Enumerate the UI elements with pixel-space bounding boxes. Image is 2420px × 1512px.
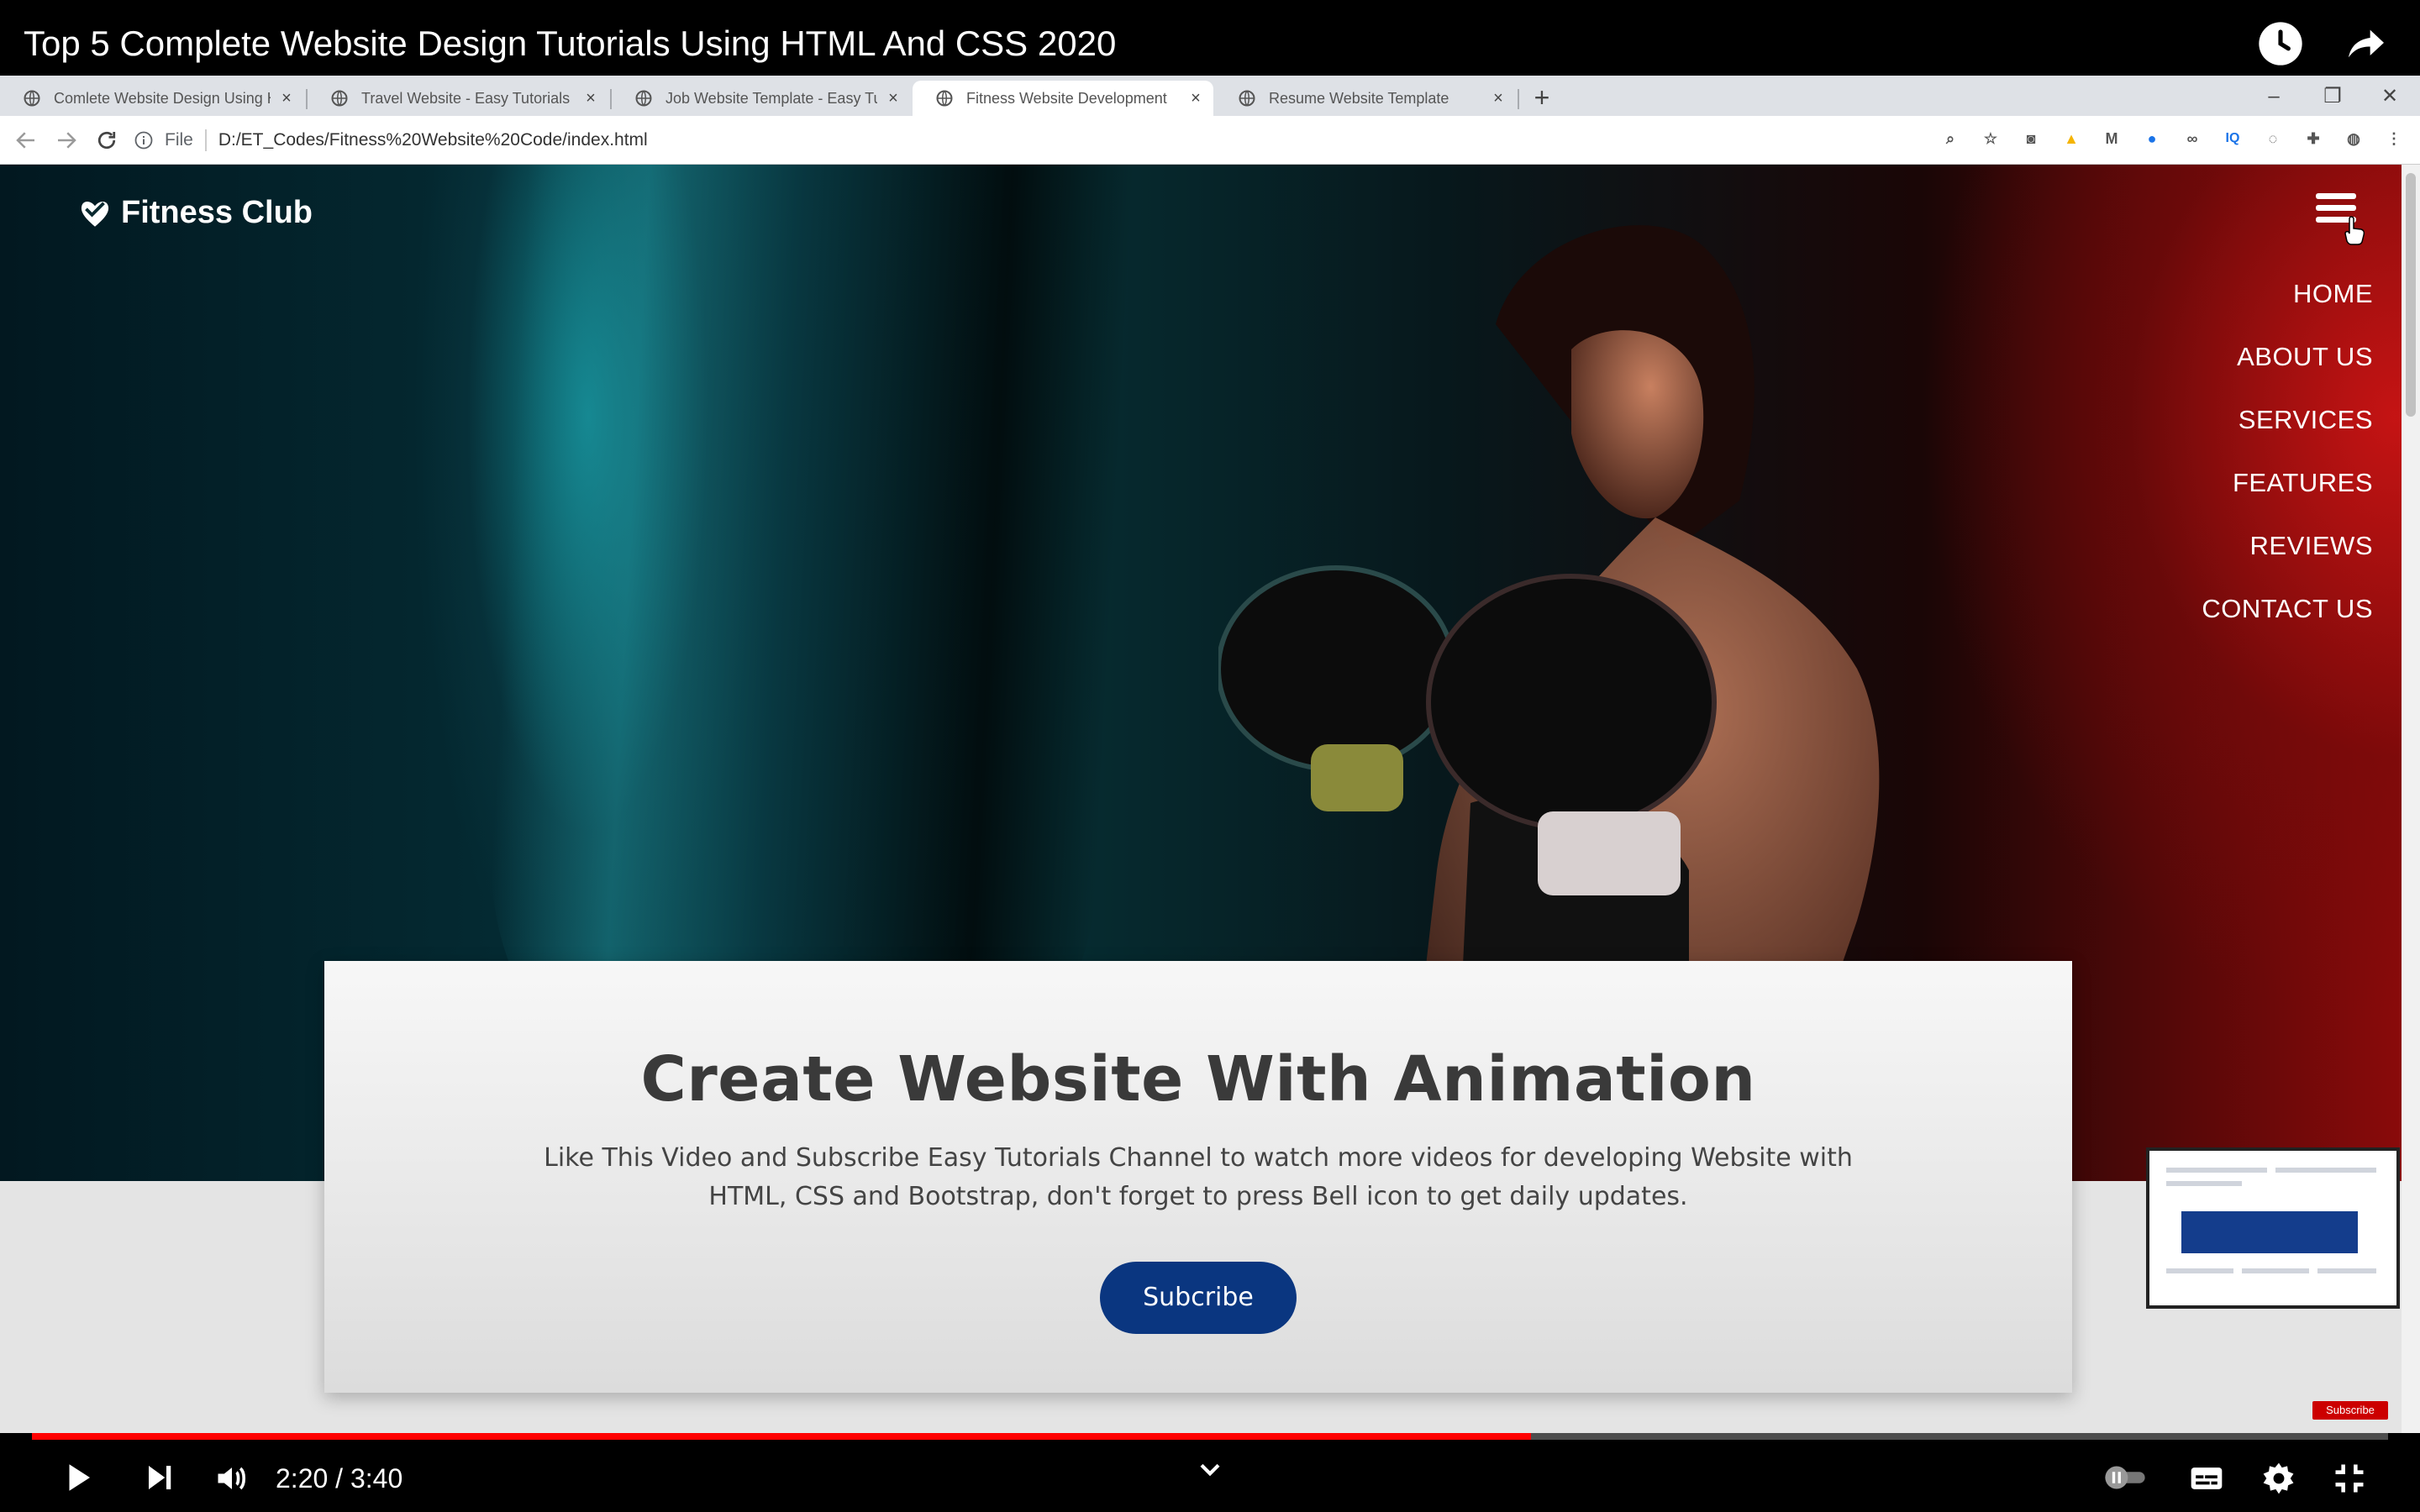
close-icon[interactable]: × xyxy=(583,90,598,107)
bell-extension-icon[interactable]: ▲ xyxy=(2059,126,2084,151)
browser-window: Comlete Website Design Using H × Travel … xyxy=(0,76,2420,165)
tab-label: Fitness Website Development xyxy=(966,89,1167,107)
reload-icon[interactable] xyxy=(94,128,119,153)
subtitles-icon[interactable] xyxy=(2188,1460,2225,1497)
next-video-preview-thumbnail[interactable] xyxy=(2146,1147,2400,1309)
puzzle-extensions-icon[interactable]: ✚ xyxy=(2301,126,2326,151)
nav-features[interactable]: FEATURES xyxy=(2202,451,2373,514)
youtube-subscribe-watermark[interactable]: Subscribe xyxy=(2312,1401,2388,1420)
nav-contact-us[interactable]: CONTACT US xyxy=(2202,577,2373,640)
camera-extension-icon[interactable]: ◙ xyxy=(2018,126,2044,151)
minimize-icon[interactable]: – xyxy=(2257,82,2291,111)
volume-icon[interactable] xyxy=(213,1460,250,1497)
forward-icon[interactable] xyxy=(54,128,79,153)
video-progress-bar[interactable] xyxy=(32,1433,2388,1440)
promo-card: Create Website With Animation Like This … xyxy=(324,961,2072,1393)
site-nav-menu: HOME ABOUT US SERVICES FEATURES REVIEWS … xyxy=(2202,262,2373,640)
tab-job-website[interactable]: Job Website Template - Easy Tut × xyxy=(612,81,911,116)
gmail-extension-icon[interactable]: M xyxy=(2099,126,2124,151)
heart-logo-icon xyxy=(81,201,109,227)
settings-gear-icon[interactable] xyxy=(2260,1460,2297,1497)
close-icon[interactable]: × xyxy=(886,90,901,107)
close-icon[interactable]: × xyxy=(1188,90,1203,107)
url-text[interactable]: D:/ET_Codes/Fitness%20Website%20Code/ind… xyxy=(218,130,648,150)
progress-played xyxy=(32,1433,1532,1440)
tab-resume-website[interactable]: Resume Website Template × xyxy=(1215,81,1516,116)
tab-complete-website[interactable]: Comlete Website Design Using H × xyxy=(0,81,304,116)
site-logo[interactable]: Fitness Club xyxy=(77,195,313,231)
link-extension-icon[interactable]: ∞ xyxy=(2180,126,2205,151)
chevron-down-icon[interactable] xyxy=(1193,1458,1227,1483)
blue-circle-extension-icon[interactable]: ● xyxy=(2139,126,2165,151)
address-bar[interactable]: File D:/ET_Codes/Fitness%20Website%20Cod… xyxy=(134,123,1983,158)
close-icon[interactable]: × xyxy=(279,90,294,107)
browser-toolbar: File D:/ET_Codes/Fitness%20Website%20Cod… xyxy=(0,116,2420,165)
tab-label: Job Website Template - Easy Tut xyxy=(666,89,877,107)
card-title: Create Website With Animation xyxy=(640,1043,1756,1116)
tab-travel-website[interactable]: Travel Website - Easy Tutorials × xyxy=(308,81,608,116)
hand-cursor-icon xyxy=(2344,216,2365,245)
globe-icon xyxy=(1239,90,1255,107)
video-title[interactable]: Top 5 Complete Website Design Tutorials … xyxy=(24,24,1116,64)
video-time: 2:20 / 3:40 xyxy=(276,1463,403,1494)
card-description: Like This Video and Subscribe Easy Tutor… xyxy=(544,1143,1853,1211)
site-logo-text: Fitness Club xyxy=(121,195,313,230)
globe-icon xyxy=(936,90,953,107)
globe-icon xyxy=(24,90,40,107)
nav-about-us[interactable]: ABOUT US xyxy=(2202,325,2373,388)
tab-label: Resume Website Template xyxy=(1269,89,1449,107)
more-menu-icon[interactable]: ⋮ xyxy=(2381,126,2407,151)
watch-later-icon[interactable] xyxy=(2257,20,2304,67)
play-icon[interactable] xyxy=(60,1460,96,1495)
autoplay-toggle[interactable] xyxy=(2102,1463,2148,1492)
tab-label: Comlete Website Design Using H xyxy=(54,89,271,107)
globe-icon xyxy=(331,90,348,107)
globe-icon xyxy=(635,90,652,107)
back-icon[interactable] xyxy=(13,128,39,153)
bookmark-star-icon[interactable]: ☆ xyxy=(1978,126,2003,151)
close-icon[interactable]: × xyxy=(1491,90,1506,107)
tab-fitness-website[interactable]: Fitness Website Development × xyxy=(913,81,1213,116)
url-scheme-label: File xyxy=(165,130,193,150)
subscribe-button[interactable]: Subcribe xyxy=(1100,1262,1297,1334)
next-video-icon[interactable] xyxy=(143,1460,178,1495)
website-viewport: Fitness Club HOME ABOUT US SERVICES FEAT… xyxy=(0,165,2402,1433)
scrollbar-thumb[interactable] xyxy=(2406,173,2416,417)
tab-strip: Comlete Website Design Using H × Travel … xyxy=(0,76,2420,116)
restore-icon[interactable]: ❐ xyxy=(2316,82,2349,111)
circle-extension-icon[interactable]: ◌ xyxy=(2260,126,2286,151)
nav-home[interactable]: HOME xyxy=(2202,262,2373,325)
share-icon[interactable] xyxy=(2343,20,2390,67)
info-icon[interactable] xyxy=(134,131,153,150)
close-window-icon[interactable]: ✕ xyxy=(2373,82,2407,111)
page-scrollbar[interactable] xyxy=(2402,165,2420,1433)
video-controls: 2:20 / 3:40 xyxy=(0,1433,2420,1512)
zoom-icon[interactable]: ⌕ xyxy=(1938,126,1963,151)
nav-reviews[interactable]: REVIEWS xyxy=(2202,514,2373,577)
new-tab-button[interactable]: + xyxy=(1528,84,1556,113)
tab-label: Travel Website - Easy Tutorials xyxy=(361,89,571,107)
profile-avatar-icon[interactable]: ◍ xyxy=(2341,126,2366,151)
exit-fullscreen-icon[interactable] xyxy=(2331,1460,2368,1497)
iq-extension-icon[interactable]: IQ xyxy=(2220,126,2245,151)
video-top-bar: Top 5 Complete Website Design Tutorials … xyxy=(0,0,2420,76)
nav-services[interactable]: SERVICES xyxy=(2202,388,2373,451)
